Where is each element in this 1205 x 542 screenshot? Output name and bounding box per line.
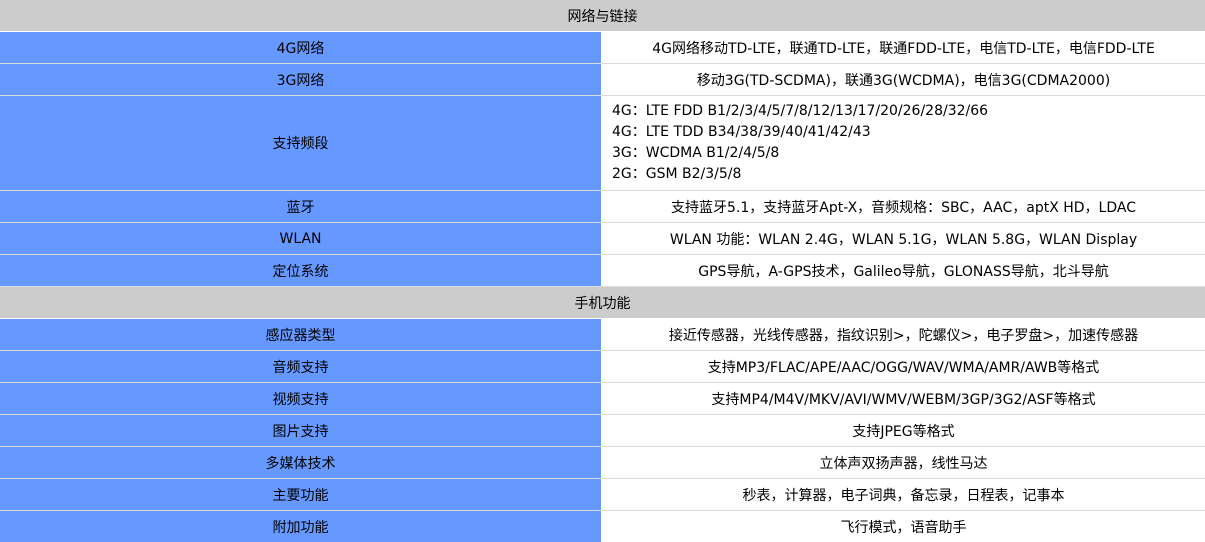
section-header-network: 网络与链接 [0, 0, 1205, 32]
row-label: 感应器类型 [0, 319, 602, 350]
table-row: 3G网络 移动3G(TD-SCDMA)，联通3G(WCDMA)，电信3G(CDM… [0, 64, 1205, 96]
row-label: 视频支持 [0, 383, 602, 414]
table-row: 音频支持 支持MP3/FLAC/APE/AAC/OGG/WAV/WMA/AMR/… [0, 351, 1205, 383]
band-line: 2G：GSM B2/3/5/8 [612, 166, 742, 182]
row-value: 飞行模式，语音助手 [602, 511, 1205, 542]
section-header-phone-features: 手机功能 [0, 287, 1205, 319]
table-row: WLAN WLAN 功能：WLAN 2.4G，WLAN 5.1G，WLAN 5.… [0, 223, 1205, 255]
row-label: 定位系统 [0, 255, 602, 286]
row-label: 附加功能 [0, 511, 602, 542]
band-list: 4G：LTE FDD B1/2/3/4/5/7/8/12/13/17/20/26… [612, 101, 988, 185]
table-row: 支持频段 4G：LTE FDD B1/2/3/4/5/7/8/12/13/17/… [0, 96, 1205, 191]
table-row: 图片支持 支持JPEG等格式 [0, 415, 1205, 447]
row-label: 3G网络 [0, 64, 602, 95]
row-value: 接近传感器，光线传感器，指纹识别>，陀螺仪>，电子罗盘>，加速传感器 [602, 319, 1205, 350]
row-label: WLAN [0, 223, 602, 254]
row-value: 4G：LTE FDD B1/2/3/4/5/7/8/12/13/17/20/26… [602, 96, 1205, 190]
spec-table: 网络与链接 4G网络 4G网络移动TD-LTE，联通TD-LTE，联通FDD-L… [0, 0, 1205, 542]
row-label: 支持频段 [0, 96, 602, 190]
row-label: 图片支持 [0, 415, 602, 446]
table-row: 感应器类型 接近传感器，光线传感器，指纹识别>，陀螺仪>，电子罗盘>，加速传感器 [0, 319, 1205, 351]
section-title: 手机功能 [574, 295, 631, 312]
table-row: 4G网络 4G网络移动TD-LTE，联通TD-LTE，联通FDD-LTE，电信T… [0, 32, 1205, 64]
table-row: 定位系统 GPS导航，A-GPS技术，Galileo导航，GLONASS导航，北… [0, 255, 1205, 287]
table-row: 视频支持 支持MP4/M4V/MKV/AVI/WMV/WEBM/3GP/3G2/… [0, 383, 1205, 415]
row-label: 主要功能 [0, 479, 602, 510]
row-value: 秒表，计算器，电子词典，备忘录，日程表，记事本 [602, 479, 1205, 510]
row-value: 支持MP4/M4V/MKV/AVI/WMV/WEBM/3GP/3G2/ASF等格… [602, 383, 1205, 414]
table-row: 主要功能 秒表，计算器，电子词典，备忘录，日程表，记事本 [0, 479, 1205, 511]
row-value: 支持蓝牙5.1，支持蓝牙Apt-X，音频规格：SBC，AAC，aptX HD，L… [602, 191, 1205, 222]
row-value: 4G网络移动TD-LTE，联通TD-LTE，联通FDD-LTE，电信TD-LTE… [602, 32, 1205, 63]
table-row: 多媒体技术 立体声双扬声器，线性马达 [0, 447, 1205, 479]
band-line: 4G：LTE TDD B34/38/39/40/41/42/43 [612, 124, 871, 140]
table-row: 蓝牙 支持蓝牙5.1，支持蓝牙Apt-X，音频规格：SBC，AAC，aptX H… [0, 191, 1205, 223]
row-label: 多媒体技术 [0, 447, 602, 478]
row-value: 支持MP3/FLAC/APE/AAC/OGG/WAV/WMA/AMR/AWB等格… [602, 351, 1205, 382]
row-label: 音频支持 [0, 351, 602, 382]
row-value: 支持JPEG等格式 [602, 415, 1205, 446]
row-value: WLAN 功能：WLAN 2.4G，WLAN 5.1G，WLAN 5.8G，WL… [602, 223, 1205, 254]
band-line: 4G：LTE FDD B1/2/3/4/5/7/8/12/13/17/20/26… [612, 103, 989, 119]
row-value: 移动3G(TD-SCDMA)，联通3G(WCDMA)，电信3G(CDMA2000… [602, 64, 1205, 95]
row-value: 立体声双扬声器，线性马达 [602, 447, 1205, 478]
row-value: GPS导航，A-GPS技术，Galileo导航，GLONASS导航，北斗导航 [602, 255, 1205, 286]
band-line: 3G：WCDMA B1/2/4/5/8 [612, 145, 780, 161]
row-label: 4G网络 [0, 32, 602, 63]
table-row: 附加功能 飞行模式，语音助手 [0, 511, 1205, 542]
row-label: 蓝牙 [0, 191, 602, 222]
section-title: 网络与链接 [567, 8, 638, 25]
